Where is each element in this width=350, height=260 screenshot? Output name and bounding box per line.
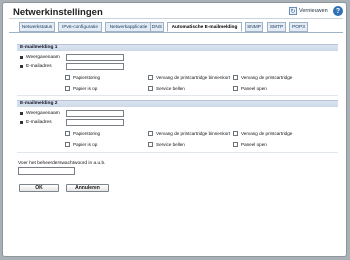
settings-window: Netwerkinstellingen ↻ Vernieuwen ? Netwe… <box>2 2 347 257</box>
checkbox-papier-op-2[interactable]: Papier is op <box>65 142 97 147</box>
checkbox-box[interactable] <box>65 131 70 136</box>
section-divider <box>17 152 338 153</box>
section-header-emailmelding-1: E-mailmelding 1 <box>17 44 338 51</box>
cancel-button[interactable]: Annuleren <box>66 184 109 192</box>
checkbox-vervang-cartridge-2[interactable]: Vervang de printcartridge <box>233 131 292 136</box>
checkbox-box[interactable] <box>148 86 153 91</box>
checkbox-service-bellen-2[interactable]: Service bellen <box>148 142 185 147</box>
checkbox-service-bellen-1[interactable]: Service bellen <box>148 86 185 91</box>
bullet-icon <box>20 65 23 68</box>
email-label-2: E-mailadres <box>20 120 52 125</box>
email-label-1: E-mailadres <box>20 64 52 69</box>
page-title: Netwerkinstellingen <box>13 7 103 18</box>
checkbox-box[interactable] <box>148 75 153 80</box>
admin-password-label: Voer het beheerderswachtwoord in a.u.b. <box>18 161 106 166</box>
display-name-input-1[interactable] <box>66 54 124 61</box>
checkbox-box[interactable] <box>65 142 70 147</box>
admin-password-input[interactable] <box>18 167 75 175</box>
help-icon[interactable]: ? <box>333 6 343 16</box>
checkbox-box[interactable] <box>65 86 70 91</box>
checkbox-box[interactable] <box>148 131 153 136</box>
checkbox-box[interactable] <box>233 142 238 147</box>
checkbox-paneel-open-2[interactable]: Paneel open <box>233 142 267 147</box>
checkbox-vervang-cartridge-1[interactable]: Vervang de printcartridge <box>233 75 292 80</box>
checkbox-papier-op-1[interactable]: Papier is op <box>65 86 97 91</box>
ok-button[interactable]: OK <box>19 184 59 192</box>
checkbox-box[interactable] <box>233 86 238 91</box>
tab-snmp[interactable]: SNMP <box>245 22 263 32</box>
email-input-2[interactable] <box>66 119 124 126</box>
checkbox-vervang-binnenkort-1[interactable]: Vervang de printcartridge binnenkort <box>148 75 230 80</box>
display-name-label-2: Weergavenaam <box>20 111 60 116</box>
tab-smtp[interactable]: SMTP <box>267 22 286 32</box>
refresh-icon: ↻ <box>289 7 297 15</box>
display-name-input-2[interactable] <box>66 110 124 117</box>
checkbox-papierstoring-2[interactable]: Papierstoring <box>65 131 100 136</box>
email-input-1[interactable] <box>66 63 124 70</box>
checkbox-box[interactable] <box>233 75 238 80</box>
display-name-label-1: Weergavenaam <box>20 55 60 60</box>
tab-divider <box>9 32 343 33</box>
checkbox-box[interactable] <box>65 75 70 80</box>
tab-netwerkapplicatie[interactable]: Netwerkapplicatie <box>105 22 152 32</box>
checkbox-box[interactable] <box>148 142 153 147</box>
tab-pop3[interactable]: POP3 <box>289 22 308 32</box>
section-header-emailmelding-2: E-mailmelding 2 <box>17 100 338 107</box>
tab-automatische-emailmelding[interactable]: Automatische E-mailmelding <box>167 22 242 32</box>
tab-netwerkstatus[interactable]: Netwerkstatus <box>19 22 55 32</box>
checkbox-papierstoring-1[interactable]: Papierstoring <box>65 75 100 80</box>
refresh-button[interactable]: ↻ Vernieuwen <box>289 7 328 15</box>
header-divider <box>9 18 343 19</box>
checkbox-box[interactable] <box>233 131 238 136</box>
tab-ipv6-configuratie[interactable]: IPv6-configuratie <box>58 22 102 32</box>
bullet-icon <box>20 121 23 124</box>
tab-dns[interactable]: DNS <box>150 22 164 32</box>
section-divider <box>17 95 338 96</box>
refresh-label: Vernieuwen <box>299 8 328 14</box>
checkbox-paneel-open-1[interactable]: Paneel open <box>233 86 267 91</box>
bullet-icon <box>20 56 23 59</box>
checkbox-vervang-binnenkort-2[interactable]: Vervang de printcartridge binnenkort <box>148 131 230 136</box>
bullet-icon <box>20 112 23 115</box>
